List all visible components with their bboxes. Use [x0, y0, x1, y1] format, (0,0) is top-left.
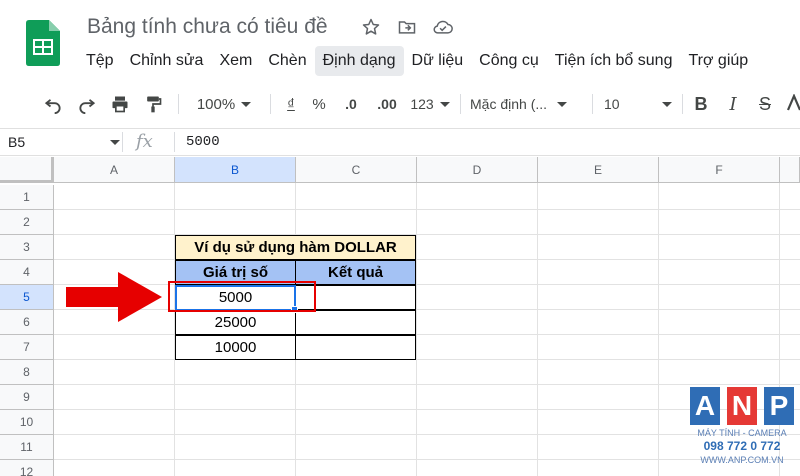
watermark-letter-a: A	[690, 387, 720, 425]
row-header-9[interactable]: 9	[0, 385, 54, 410]
column-header-b[interactable]: B	[175, 157, 296, 183]
cell-b6[interactable]: 25000	[175, 310, 296, 335]
redo-icon[interactable]	[74, 90, 100, 118]
cell-c7[interactable]	[295, 335, 416, 360]
menu-bar: Tệp Chỉnh sửa Xem Chèn Định dạng Dữ liệu…	[78, 46, 756, 76]
row-header-6[interactable]: 6	[0, 310, 54, 335]
row-header-5[interactable]: 5	[0, 285, 54, 310]
formula-input[interactable]: 5000	[186, 134, 220, 150]
app-header: Bảng tính chưa có tiêu đề Tệp Chỉnh sửa …	[0, 0, 800, 80]
document-title[interactable]: Bảng tính chưa có tiêu đề	[87, 15, 328, 39]
strikethrough-button[interactable]: S	[754, 90, 776, 118]
row-header-10[interactable]: 10	[0, 410, 54, 435]
column-header-e[interactable]: E	[538, 157, 659, 183]
currency-format-button[interactable]: ₫	[280, 90, 302, 118]
move-folder-icon[interactable]	[396, 16, 418, 38]
sheets-logo-icon[interactable]	[26, 20, 60, 66]
menu-tools[interactable]: Công cụ	[471, 46, 547, 76]
watermark-tagline: MÁY TÍNH - CAMERA	[697, 428, 787, 438]
chevron-down-icon	[662, 101, 672, 107]
menu-edit[interactable]: Chỉnh sửa	[122, 46, 212, 76]
more-formats-label: 123	[410, 96, 434, 112]
row-header-4[interactable]: 4	[0, 260, 54, 285]
watermark-letter-p: P	[764, 387, 794, 425]
chevron-down-icon	[557, 101, 568, 107]
chevron-down-icon	[241, 101, 252, 107]
more-formats-select[interactable]: 123	[408, 90, 452, 118]
bold-button[interactable]: B	[690, 90, 712, 118]
paint-format-icon[interactable]	[140, 90, 166, 118]
row-header-11[interactable]: 11	[0, 435, 54, 460]
row-header-8[interactable]: 8	[0, 360, 54, 385]
cell-b7[interactable]: 10000	[175, 335, 296, 360]
font-size-select[interactable]: 10	[604, 90, 672, 118]
row-header-7[interactable]: 7	[0, 335, 54, 360]
highlight-annotation-box	[168, 281, 316, 312]
decrease-decimal-button[interactable]: .0	[336, 90, 366, 118]
text-color-icon[interactable]	[784, 90, 800, 118]
anp-watermark-logo: A N P MÁY TÍNH - CAMERA 098 772 0 772 WW…	[690, 387, 794, 471]
row-header-12[interactable]: 12	[0, 460, 54, 476]
menu-view[interactable]: Xem	[211, 46, 260, 76]
zoom-select[interactable]: 100%	[188, 90, 260, 118]
increase-decimal-button[interactable]: .00	[370, 90, 404, 118]
menu-format[interactable]: Định dạng	[314, 46, 404, 76]
chevron-down-icon	[439, 101, 450, 107]
menu-help[interactable]: Trợ giúp	[680, 46, 756, 76]
select-all-corner[interactable]	[0, 157, 54, 183]
cloud-saved-icon[interactable]	[432, 16, 454, 38]
menu-addons[interactable]: Tiện ích bổ sung	[547, 46, 681, 76]
toolbar: 100% ₫ % .0 .00 123 Mặc định (... 10 B I…	[0, 84, 800, 124]
italic-button[interactable]: I	[722, 90, 744, 118]
percent-format-button[interactable]: %	[308, 90, 330, 118]
chevron-down-icon	[110, 140, 120, 145]
menu-insert[interactable]: Chèn	[260, 46, 314, 76]
fx-icon: fx	[136, 131, 153, 152]
name-box[interactable]: B5	[0, 129, 122, 155]
font-family-value: Mặc định (...	[470, 96, 548, 112]
decrease-decimal-label: .0	[345, 96, 357, 112]
print-icon[interactable]	[107, 90, 133, 118]
row-header-2[interactable]: 2	[0, 210, 54, 235]
cell-c6[interactable]	[295, 310, 416, 335]
undo-icon[interactable]	[40, 90, 66, 118]
column-header-c[interactable]: C	[296, 157, 417, 183]
red-arrow-icon	[66, 272, 162, 322]
watermark-phone: 098 772 0 772	[703, 439, 781, 453]
row-header-1[interactable]: 1	[0, 185, 54, 210]
column-header-g[interactable]	[780, 157, 800, 183]
zoom-value: 100%	[196, 95, 236, 113]
font-size-value: 10	[604, 96, 620, 112]
column-header-f[interactable]: F	[659, 157, 780, 183]
column-header-a[interactable]: A	[54, 157, 175, 183]
menu-data[interactable]: Dữ liệu	[404, 46, 472, 76]
table-title-cell[interactable]: Ví dụ sử dụng hàm DOLLAR	[175, 235, 416, 260]
watermark-letter-n: N	[727, 387, 757, 425]
column-header-d[interactable]: D	[417, 157, 538, 183]
menu-file[interactable]: Tệp	[78, 46, 122, 76]
formula-bar: B5 fx 5000	[0, 128, 800, 156]
spreadsheet-grid[interactable]: A B C D E F 1 2 3 4 5 6 7 8 9 10 11 12 V…	[0, 157, 800, 476]
increase-decimal-label: .00	[377, 96, 397, 112]
star-icon[interactable]	[360, 16, 382, 38]
watermark-site: WWW.ANP.COM.VN	[700, 455, 784, 465]
font-family-select[interactable]: Mặc định (...	[470, 90, 582, 118]
name-box-value: B5	[8, 134, 26, 150]
row-header-3[interactable]: 3	[0, 235, 54, 260]
